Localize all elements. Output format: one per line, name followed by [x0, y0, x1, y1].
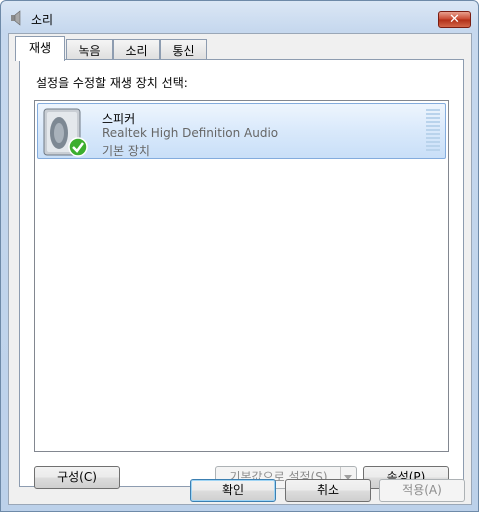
select-device-prompt: 설정을 수정할 재생 장치 선택: [36, 76, 188, 90]
tab-playback[interactable]: 재생 [15, 36, 65, 61]
button-label: 확인 [221, 483, 245, 497]
tab-recording[interactable]: 녹음 [66, 39, 113, 60]
close-button[interactable]: ✕ [438, 11, 471, 28]
tab-label: 소리 [125, 44, 148, 58]
tab-label: 통신 [172, 44, 195, 58]
speaker-title-icon [11, 10, 21, 26]
device-list[interactable]: 스피커 Realtek High Definition Audio 기본 장치 [34, 100, 449, 452]
tab-communications[interactable]: 통신 [160, 39, 207, 60]
window-title: 소리 [31, 13, 54, 27]
ok-button[interactable]: 확인 [190, 479, 276, 502]
tab-sounds[interactable]: 소리 [113, 39, 160, 60]
device-status: 기본 장치 [102, 144, 150, 158]
volume-level-meter [426, 109, 440, 153]
dialog-client-area: 재생 녹음 소리 통신 설정을 수정할 재생 장치 선택: 스피커 Realte… [8, 33, 472, 505]
speaker-icon [43, 108, 88, 157]
device-name: 스피커 [102, 112, 136, 126]
close-icon: ✕ [449, 12, 460, 27]
button-label: 구성(C) [57, 470, 97, 484]
title-bar[interactable]: 소리 ✕ [1, 1, 478, 35]
sound-dialog-window: 소리 ✕ 재생 녹음 소리 통신 설정을 수정할 재생 장치 선택: 스피커 R… [0, 0, 479, 512]
green-check-icon [68, 137, 88, 157]
apply-button[interactable]: 적용(A) [379, 479, 465, 502]
configure-button[interactable]: 구성(C) [34, 466, 120, 489]
button-label: 적용(A) [402, 483, 442, 497]
tab-label: 재생 [28, 41, 52, 55]
device-description: Realtek High Definition Audio [102, 126, 279, 140]
cancel-button[interactable]: 취소 [285, 479, 371, 502]
list-item[interactable]: 스피커 Realtek High Definition Audio 기본 장치 [37, 103, 446, 159]
playback-panel: 설정을 수정할 재생 장치 선택: 스피커 Realtek High Defin… [19, 59, 464, 489]
button-label: 취소 [316, 483, 340, 497]
tab-label: 녹음 [78, 44, 101, 58]
